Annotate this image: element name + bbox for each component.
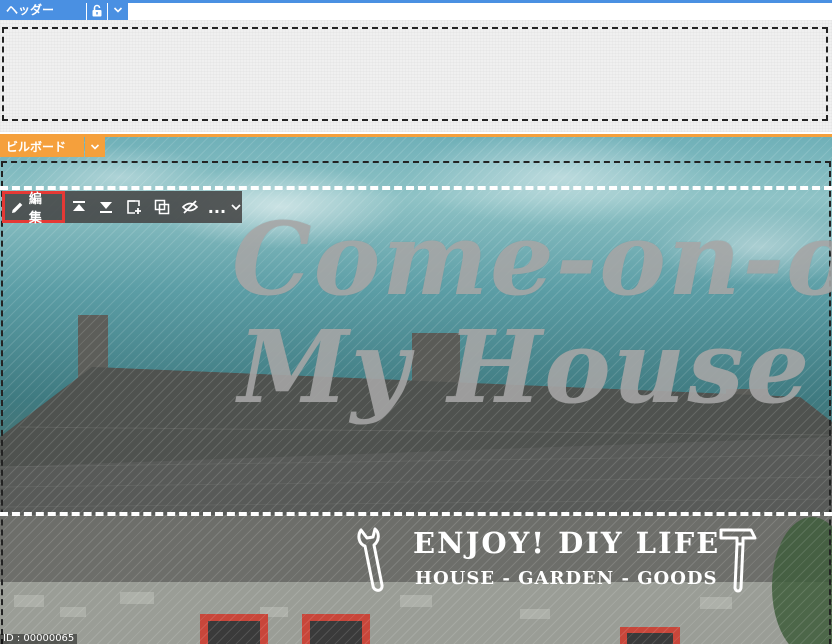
billboard-accent-line — [0, 134, 832, 137]
header-section-tab: ヘッダー — [0, 0, 128, 20]
chevron-down-icon — [231, 204, 241, 211]
chevron-down-icon[interactable] — [108, 0, 128, 20]
move-to-bottom-button[interactable] — [93, 191, 121, 223]
move-bottom-icon — [100, 202, 113, 213]
move-top-icon — [72, 201, 85, 211]
add-block-button[interactable] — [120, 191, 148, 223]
hammer-icon — [719, 528, 757, 593]
block-id-status: ID : 00000065 — [0, 634, 78, 644]
add-block-icon — [127, 200, 142, 214]
banner-title: ENJOY! DIY LIFE — [413, 526, 721, 560]
hero-title-line2: My House — [238, 308, 812, 426]
banner-subtitle: HOUSE - GARDEN - GOODS — [415, 568, 718, 589]
move-to-top-button[interactable] — [65, 191, 93, 223]
pencil-icon — [11, 202, 23, 213]
hero-script-title: Come-on-o My House — [232, 205, 832, 421]
duplicate-button[interactable] — [148, 191, 176, 223]
diy-banner: ENJOY! DIY LIFE HOUSE - GARDEN - GOODS — [355, 524, 765, 594]
duplicate-icon — [154, 199, 170, 215]
unlock-icon[interactable] — [87, 0, 107, 20]
more-options-label: ... — [207, 197, 227, 217]
wrench-icon — [357, 527, 384, 592]
edit-button-label: 編集 — [28, 192, 42, 226]
billboard-section-tab: ビルボード — [0, 137, 105, 157]
edit-button[interactable]: 編集 — [2, 191, 65, 226]
chevron-down-icon[interactable] — [85, 137, 105, 157]
more-options-button[interactable]: ... — [204, 198, 242, 217]
header-section-label: ヘッダー — [0, 0, 86, 20]
eye-off-icon — [181, 200, 199, 214]
hide-button[interactable] — [176, 191, 204, 223]
billboard-section-label: ビルボード — [0, 137, 84, 157]
header-dashed-outline — [2, 27, 828, 121]
hero-title-line1: Come-on-o — [232, 200, 832, 318]
block-toolbar: 編集 ... — [2, 191, 242, 226]
